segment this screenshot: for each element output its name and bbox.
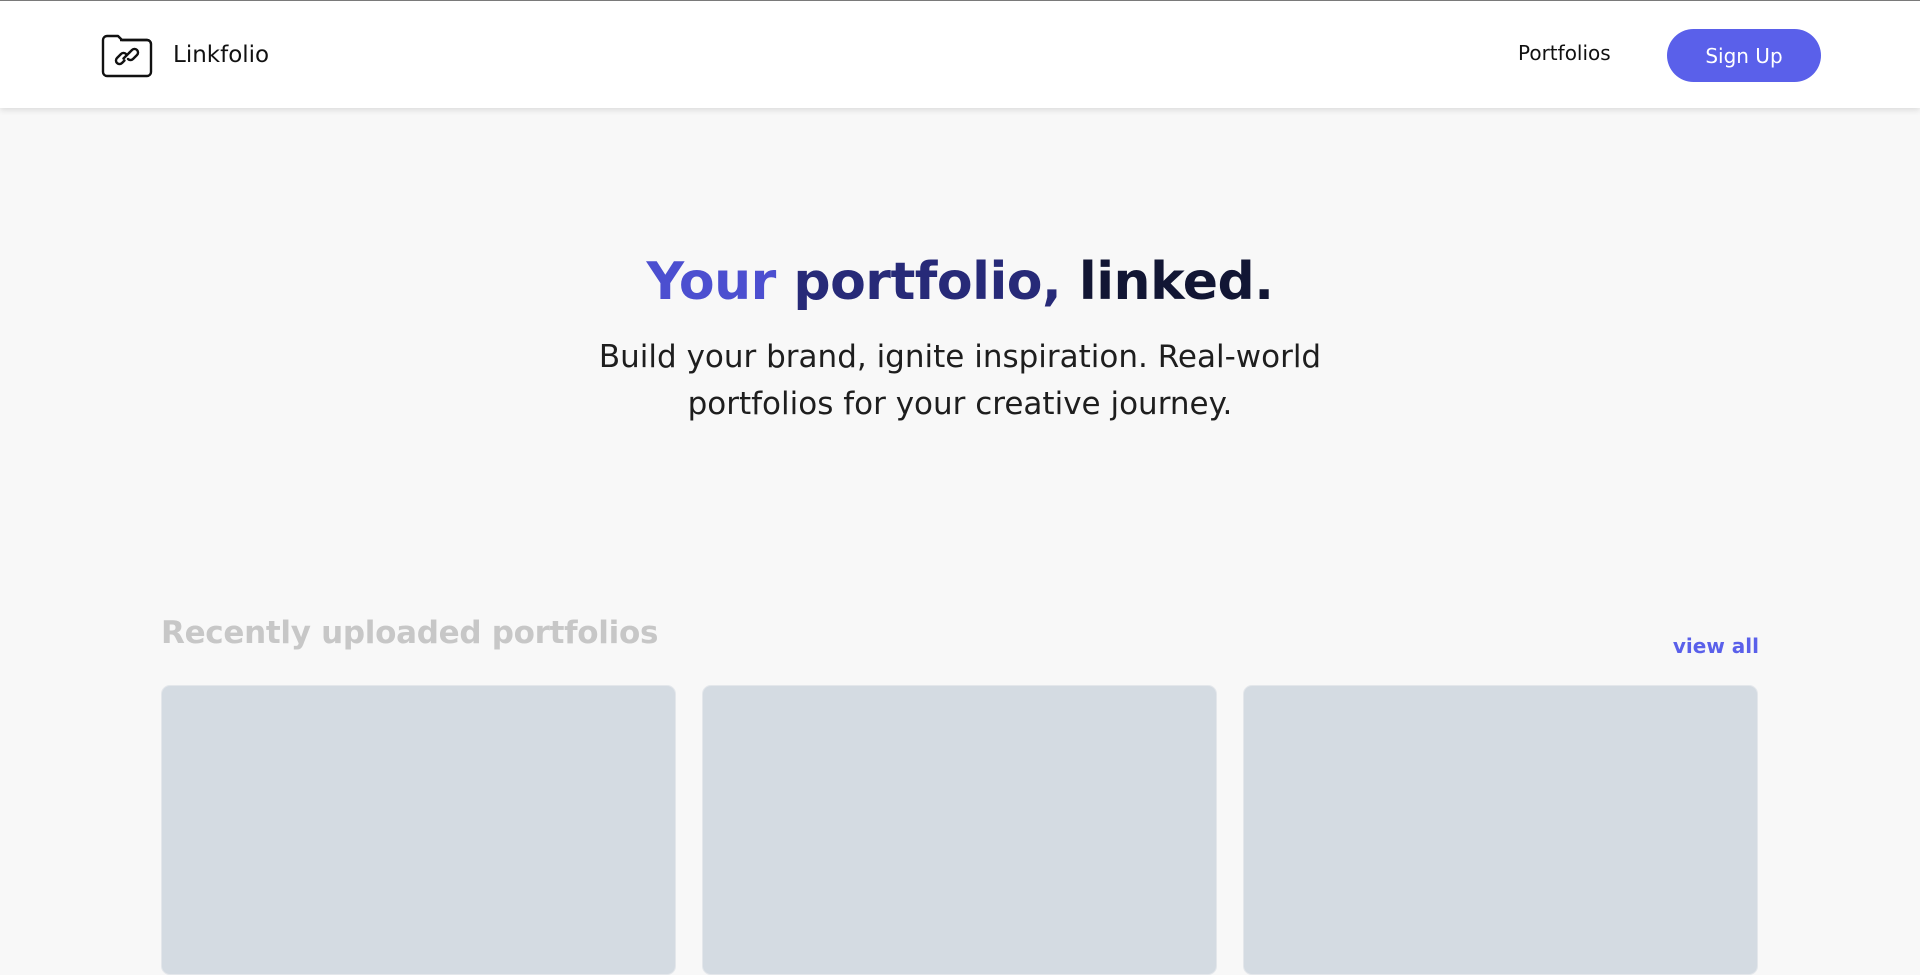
hero-subtitle: Build your brand, ignite inspiration. Re… [598,339,1322,422]
brand-link[interactable]: Linkfolio [100,32,269,78]
hero-title: Your portfolio, linked. [0,247,1920,317]
nav-portfolios-link[interactable]: Portfolios [1518,41,1611,65]
folder-link-icon [101,34,153,78]
brand-name: Linkfolio [173,42,270,68]
hero-title-part-1: Your [646,252,776,312]
portfolio-card-placeholder[interactable] [702,685,1217,975]
portfolio-card-placeholder[interactable] [1243,685,1758,975]
top-navigation-bar: Linkfolio Portfolios Sign Up [0,0,1920,108]
sign-up-button[interactable]: Sign Up [1667,29,1821,82]
hero-title-part-2: portfolio, [793,252,1062,312]
recent-portfolios-title: Recently uploaded portfolios [161,615,659,651]
hero-title-part-3: linked. [1078,252,1274,312]
portfolio-card-placeholder[interactable] [161,685,676,975]
view-all-link[interactable]: view all [1673,634,1759,658]
